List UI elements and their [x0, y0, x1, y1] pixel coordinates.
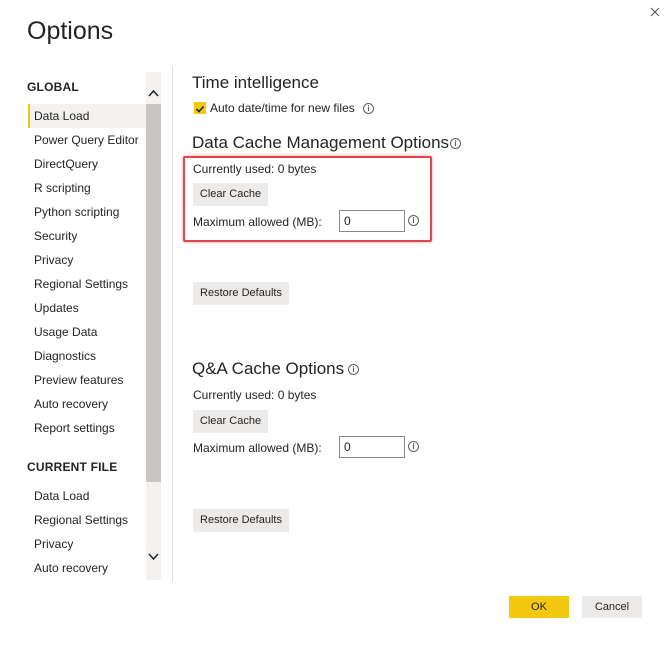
- dialog-title: Options: [27, 17, 114, 45]
- global-section-header: GLOBAL: [27, 80, 79, 94]
- sidebar-item-report-settings[interactable]: Report settings: [28, 416, 146, 440]
- sidebar-item-usage-data[interactable]: Usage Data: [28, 320, 146, 344]
- sidebar-scrollbar-thumb[interactable]: [146, 104, 161, 482]
- highlight-annotation-box: [183, 156, 432, 242]
- nav-divider: [172, 66, 173, 582]
- info-icon[interactable]: i: [450, 138, 461, 149]
- auto-datetime-checkbox[interactable]: [194, 102, 206, 114]
- qa-cache-restore-defaults-button[interactable]: Restore Defaults: [193, 509, 289, 532]
- ok-button[interactable]: OK: [509, 596, 569, 618]
- sidebar-item-r-scripting[interactable]: R scripting: [28, 176, 146, 200]
- info-icon[interactable]: i: [408, 441, 419, 452]
- chevron-down-icon: [148, 553, 159, 561]
- auto-datetime-label: Auto date/time for new files: [210, 101, 355, 115]
- sidebar-item-current-data-load[interactable]: Data Load: [28, 484, 146, 508]
- sidebar-item-security[interactable]: Security: [28, 224, 146, 248]
- qa-cache-clear-button[interactable]: Clear Cache: [193, 410, 268, 433]
- checkmark-icon: [195, 105, 205, 113]
- data-cache-restore-defaults-button[interactable]: Restore Defaults: [193, 282, 289, 305]
- close-button[interactable]: [645, 2, 665, 22]
- time-intelligence-heading: Time intelligence: [192, 73, 319, 92]
- sidebar-item-privacy[interactable]: Privacy: [28, 248, 146, 272]
- qa-cache-max-label: Maximum allowed (MB):: [193, 441, 322, 455]
- sidebar-item-directquery[interactable]: DirectQuery: [28, 152, 146, 176]
- sidebar-item-current-privacy[interactable]: Privacy: [28, 532, 146, 556]
- close-icon: [650, 7, 660, 17]
- options-dialog: Options GLOBAL Data Load Power Query Edi…: [0, 0, 670, 645]
- scroll-up-button[interactable]: [146, 84, 161, 102]
- chevron-up-icon: [148, 89, 159, 97]
- qa-cache-currently-used: Currently used: 0 bytes: [193, 388, 317, 402]
- sidebar-item-diagnostics[interactable]: Diagnostics: [28, 344, 146, 368]
- qa-cache-heading: Q&A Cache Options: [192, 359, 345, 378]
- info-icon[interactable]: i: [363, 103, 374, 114]
- sidebar-item-updates[interactable]: Updates: [28, 296, 146, 320]
- info-icon[interactable]: i: [348, 364, 359, 375]
- data-cache-heading: Data Cache Management Options: [192, 133, 450, 152]
- sidebar-item-regional-settings[interactable]: Regional Settings: [28, 272, 146, 296]
- sidebar-item-python-scripting[interactable]: Python scripting: [28, 200, 146, 224]
- qa-cache-max-input[interactable]: [339, 436, 405, 458]
- sidebar-item-current-auto-recovery[interactable]: Auto recovery: [28, 556, 146, 580]
- current-file-section-header: CURRENT FILE: [27, 460, 118, 474]
- sidebar-item-preview-features[interactable]: Preview features: [28, 368, 146, 392]
- cancel-button[interactable]: Cancel: [582, 596, 642, 618]
- sidebar-item-power-query-editor[interactable]: Power Query Editor: [28, 128, 146, 152]
- sidebar-item-current-regional-settings[interactable]: Regional Settings: [28, 508, 146, 532]
- scroll-down-button[interactable]: [146, 548, 161, 566]
- sidebar-item-auto-recovery[interactable]: Auto recovery: [28, 392, 146, 416]
- sidebar-item-data-load[interactable]: Data Load: [28, 104, 146, 128]
